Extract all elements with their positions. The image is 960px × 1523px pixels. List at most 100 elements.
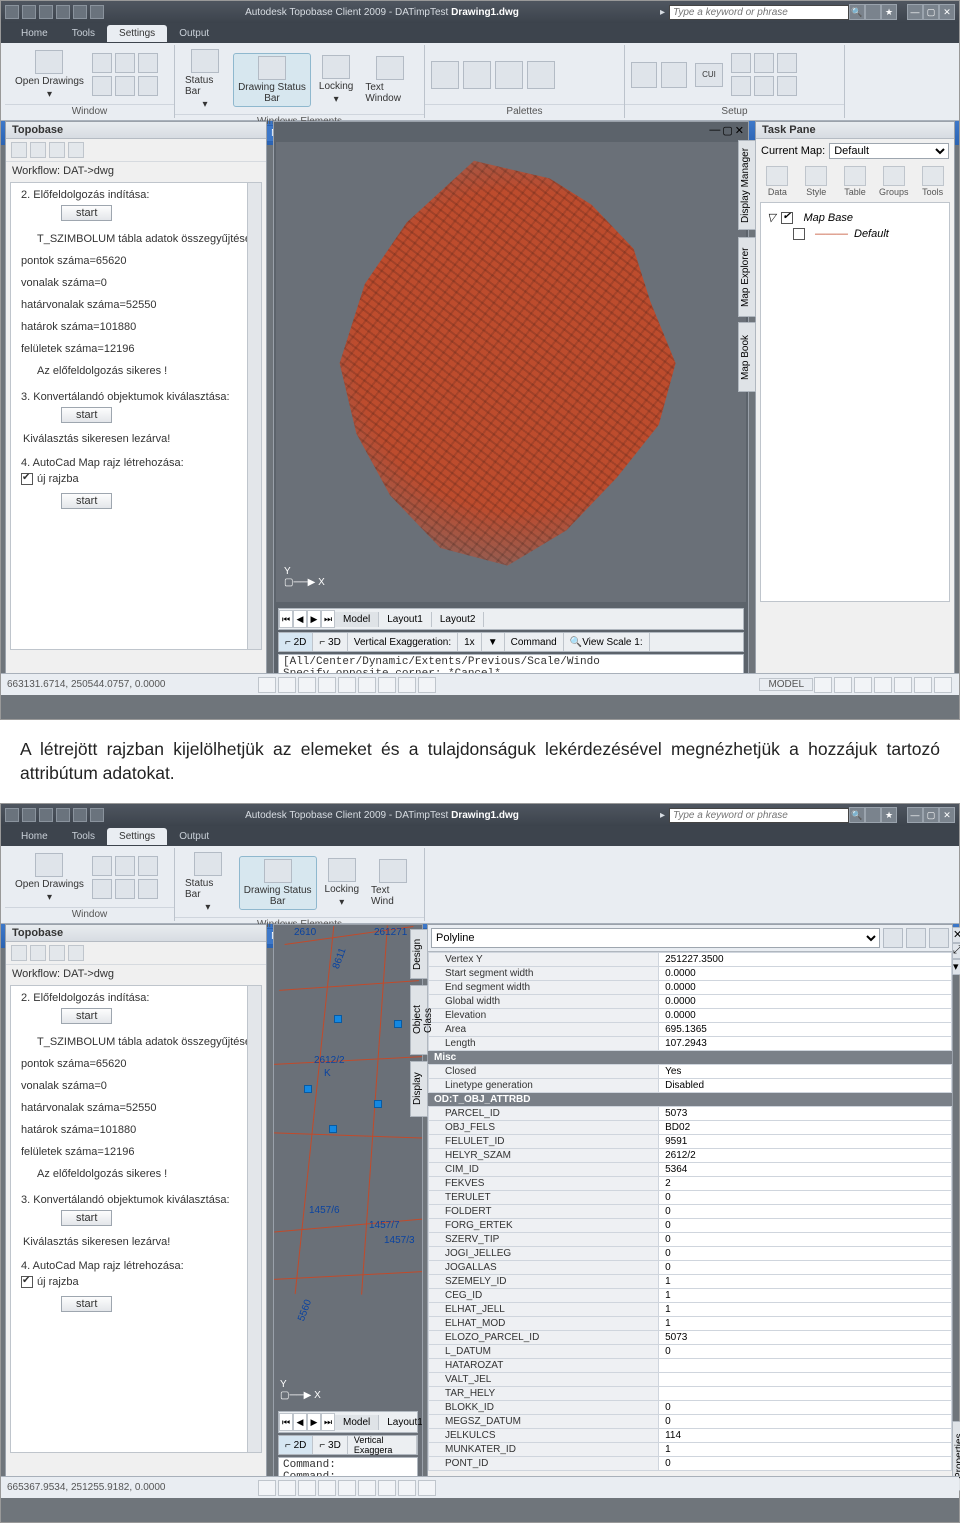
doc-maximize-icon[interactable]: ▢ [722, 124, 732, 137]
property-value[interactable]: 1 [659, 1275, 952, 1289]
window-icon[interactable] [115, 856, 135, 876]
properties-tool-icon[interactable] [906, 928, 926, 948]
property-row[interactable]: ClosedYes [429, 1065, 952, 1079]
property-row[interactable]: MEGSZ_DATUM0 [429, 1415, 952, 1429]
infocenter-search-input[interactable] [669, 808, 849, 823]
model-space-toggle[interactable]: MODEL [759, 678, 813, 691]
status-toggle-icon[interactable] [298, 1480, 316, 1496]
status-toggle-icon[interactable] [814, 677, 832, 693]
property-row[interactable]: TERULET0 [429, 1191, 952, 1205]
property-value[interactable]: 0 [659, 1191, 952, 1205]
start-button[interactable]: start [61, 1210, 112, 1226]
qat-icon[interactable] [56, 808, 70, 822]
status-bar-button[interactable]: Status Bar▾ [181, 47, 229, 112]
selection-grip-icon[interactable] [334, 1015, 342, 1023]
3d-toggle[interactable]: ⌐ 3D [313, 633, 347, 651]
window-icon[interactable] [92, 53, 112, 73]
property-value[interactable]: 1 [659, 1443, 952, 1457]
tab-settings[interactable]: Settings [107, 828, 167, 845]
status-toggle-icon[interactable] [874, 677, 892, 693]
property-row[interactable]: TAR_HELY [429, 1387, 952, 1401]
property-row[interactable]: Length107.2943 [429, 1037, 952, 1051]
property-row[interactable]: Linetype generationDisabled [429, 1079, 952, 1093]
tree-item[interactable]: Default [854, 228, 889, 240]
property-value[interactable]: 107.2943 [659, 1037, 952, 1051]
style-tool[interactable]: Style [798, 166, 835, 197]
start-button[interactable]: start [61, 493, 112, 509]
tab-tools[interactable]: Tools [60, 25, 107, 42]
properties-section-header[interactable]: Misc [428, 1051, 952, 1064]
status-toggle-icon[interactable] [834, 677, 852, 693]
maximize-icon[interactable]: ▢ [923, 807, 939, 823]
property-value[interactable]: 9591 [659, 1135, 952, 1149]
window-icon[interactable] [92, 856, 112, 876]
qat-icon[interactable] [5, 5, 19, 19]
doc-minimize-icon[interactable]: — [709, 124, 720, 137]
close-icon[interactable]: ✕ [939, 4, 955, 20]
qat-icon[interactable] [39, 5, 53, 19]
view-scale-button[interactable]: 🔍 View Scale 1: [564, 633, 650, 651]
property-row[interactable]: MUNKATER_ID1 [429, 1443, 952, 1457]
window-icon[interactable] [115, 53, 135, 73]
property-value[interactable]: 0.0000 [659, 1009, 952, 1023]
map-viewport[interactable] [276, 142, 746, 602]
setup-icon[interactable] [731, 76, 751, 96]
property-value[interactable]: 114 [659, 1429, 952, 1443]
doc-close-icon[interactable]: ✕ [735, 124, 744, 137]
window-icon[interactable] [92, 879, 112, 899]
property-row[interactable]: End segment width0.0000 [429, 981, 952, 995]
mapbase-checkbox[interactable] [781, 212, 793, 224]
property-value[interactable]: 1 [659, 1289, 952, 1303]
property-row[interactable]: FOLDERT0 [429, 1205, 952, 1219]
locking-button[interactable]: Locking▾ [321, 856, 363, 910]
default-layer-checkbox[interactable] [793, 228, 805, 240]
status-toggle-icon[interactable] [258, 1480, 276, 1496]
favorites-icon[interactable]: ★ [881, 4, 897, 20]
property-value[interactable]: 5364 [659, 1163, 952, 1177]
property-value[interactable]: 0 [659, 1261, 952, 1275]
cui-button[interactable]: CUI [691, 61, 727, 89]
qat-icon[interactable] [22, 5, 36, 19]
display-vtab[interactable]: Display [410, 1061, 428, 1117]
property-value[interactable]: 5073 [659, 1331, 952, 1345]
tab-nav-last-icon[interactable]: ⏭ [321, 1413, 335, 1431]
palette-icon[interactable] [463, 61, 491, 89]
property-row[interactable]: Global width0.0000 [429, 995, 952, 1009]
window-icon[interactable] [138, 879, 158, 899]
status-toggle-icon[interactable] [318, 677, 336, 693]
model-tab[interactable]: Model [335, 612, 379, 627]
tab-settings[interactable]: Settings [107, 25, 167, 42]
drawing-status-bar-button[interactable]: Drawing Status Bar [233, 53, 311, 107]
text-window-button[interactable]: Text Wind [367, 857, 418, 909]
maximize-icon[interactable]: ▢ [923, 4, 939, 20]
status-toggle-icon[interactable] [358, 1480, 376, 1496]
topobase-tool-icon[interactable] [30, 945, 46, 961]
tab-tools[interactable]: Tools [60, 828, 107, 845]
property-row[interactable]: FORG_ERTEK0 [429, 1219, 952, 1233]
topobase-tool-icon[interactable] [11, 945, 27, 961]
qat-icon[interactable] [5, 808, 19, 822]
status-toggle-icon[interactable] [934, 677, 952, 693]
2d-toggle[interactable]: ⌐ 2D [279, 633, 313, 651]
property-row[interactable]: VALT_JEL [429, 1373, 952, 1387]
table-tool[interactable]: Table [837, 166, 874, 197]
tab-home[interactable]: Home [9, 25, 60, 42]
properties-object-select[interactable]: Polyline [431, 928, 880, 948]
text-window-button[interactable]: Text Window [361, 54, 418, 106]
favorites-icon[interactable]: ★ [881, 807, 897, 823]
property-value[interactable]: 0 [659, 1345, 952, 1359]
property-row[interactable]: PARCEL_ID5073 [429, 1107, 952, 1121]
setup-icon[interactable] [631, 62, 657, 88]
window-icon[interactable] [115, 879, 135, 899]
groups-tool[interactable]: Groups [875, 166, 912, 197]
qat-icon[interactable] [73, 5, 87, 19]
property-value[interactable]: 1 [659, 1303, 952, 1317]
qat-icon[interactable] [56, 5, 70, 19]
qat-icon[interactable] [90, 5, 104, 19]
qat-icon[interactable] [90, 808, 104, 822]
property-row[interactable]: JOGI_JELLEG0 [429, 1247, 952, 1261]
property-value[interactable]: 0 [659, 1219, 952, 1233]
minimize-icon[interactable]: — [907, 807, 923, 823]
status-toggle-icon[interactable] [378, 677, 396, 693]
current-map-select[interactable]: Default [829, 143, 949, 159]
